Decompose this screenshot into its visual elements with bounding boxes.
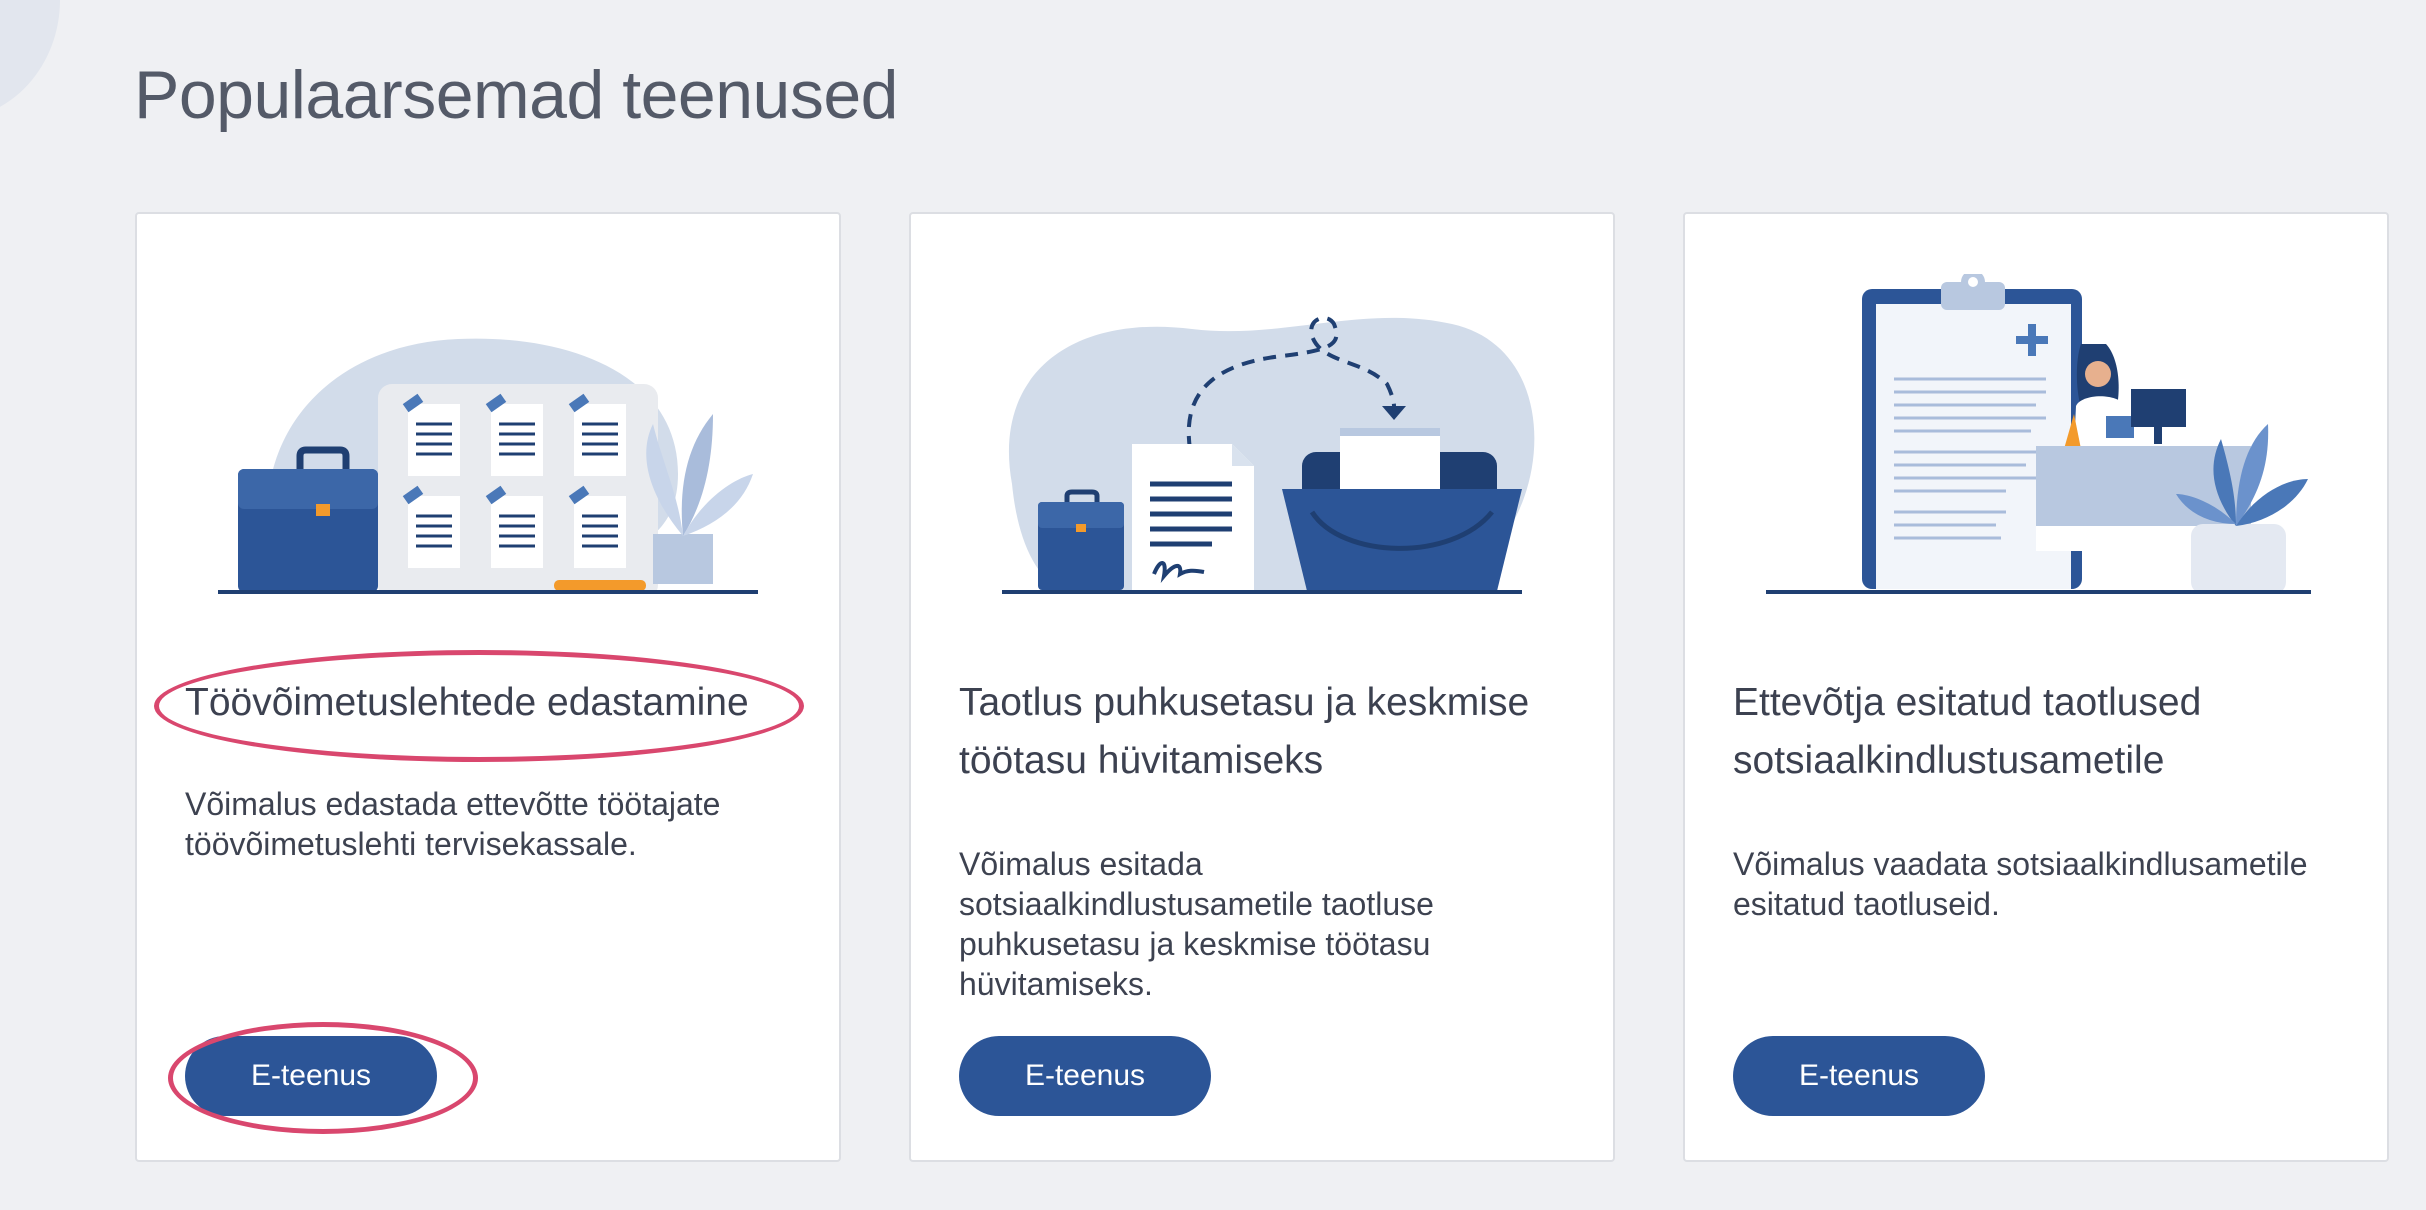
- e-service-button[interactable]: E-teenus: [185, 1036, 437, 1116]
- clipboard-and-reception-illustration: [1766, 274, 2311, 594]
- service-card-submitted-applications: Ettevõtja esitatud taotlused sotsiaalkin…: [1683, 212, 2389, 1162]
- card-description: Võimalus edastada ettevõtte töötajate tö…: [185, 786, 721, 862]
- card-title: Taotlus puhkusetasu ja keskmise töötasu …: [959, 681, 1530, 782]
- background-decoration: [0, 0, 60, 120]
- e-service-button[interactable]: E-teenus: [959, 1036, 1211, 1116]
- section-title: Populaarsemad teenused: [134, 57, 899, 133]
- briefcase-and-documents-illustration: [218, 338, 758, 594]
- card-title: Ettevõtja esitatud taotlused sotsiaalkin…: [1733, 681, 2202, 782]
- service-card-holiday-pay: Taotlus puhkusetasu ja keskmise töötasu …: [909, 212, 1615, 1162]
- service-card-sick-leave: Töövõimetuslehtede edastamine Võimalus e…: [135, 212, 841, 1162]
- document-to-folder-illustration: [1002, 316, 1535, 594]
- card-description: Võimalus esitada sotsiaalkindlustusameti…: [959, 846, 1434, 1002]
- card-description: Võimalus vaadata sotsiaalkindlusametile …: [1733, 846, 2308, 922]
- card-title: Töövõimetuslehtede edastamine: [185, 681, 749, 724]
- e-service-button[interactable]: E-teenus: [1733, 1036, 1985, 1116]
- page: Populaarsemad teenused Töövõimetuslehted…: [0, 0, 2426, 1210]
